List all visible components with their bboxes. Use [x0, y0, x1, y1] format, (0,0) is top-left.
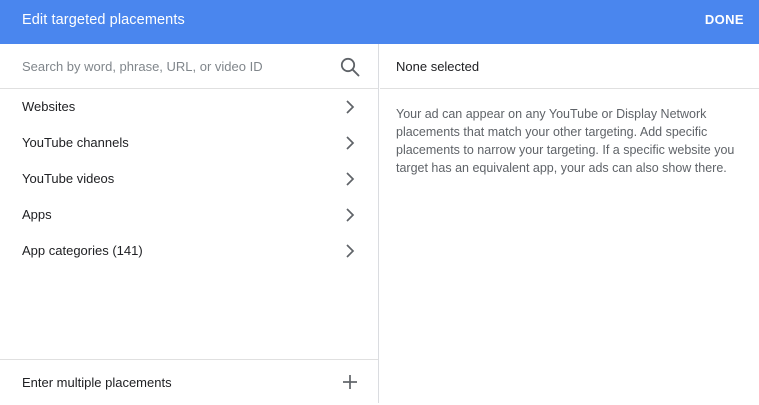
category-item-youtube-videos[interactable]: YouTube videos	[0, 161, 378, 197]
category-item-youtube-channels[interactable]: YouTube channels	[0, 125, 378, 161]
category-item-apps[interactable]: Apps	[0, 197, 378, 233]
dialog-header: Edit targeted placements DONE	[0, 0, 759, 44]
selection-status: None selected	[396, 59, 480, 74]
category-label: YouTube videos	[22, 171, 115, 186]
plus-icon	[341, 373, 359, 391]
enter-multiple-placements-button[interactable]: Enter multiple placements	[0, 359, 378, 403]
category-item-app-categories[interactable]: App categories (141)	[0, 233, 378, 269]
enter-multiple-placements-label: Enter multiple placements	[22, 375, 172, 390]
chevron-right-icon	[341, 170, 359, 188]
category-label: Websites	[22, 99, 76, 114]
placement-category-list: Websites YouTube channels YouTube videos…	[0, 89, 378, 269]
chevron-right-icon	[341, 242, 359, 260]
placement-browser-pane: Websites YouTube channels YouTube videos…	[0, 44, 379, 403]
category-label: Apps	[22, 207, 52, 222]
chevron-right-icon	[341, 98, 359, 116]
category-label: App categories (141)	[22, 243, 143, 258]
search-input[interactable]	[22, 55, 322, 77]
category-label: YouTube channels	[22, 135, 129, 150]
selected-placements-header: None selected	[380, 44, 759, 89]
chevron-right-icon	[341, 134, 359, 152]
selected-placements-pane: None selected Your ad can appear on any …	[380, 44, 759, 403]
search-icon[interactable]	[338, 55, 362, 79]
chevron-right-icon	[341, 206, 359, 224]
dialog-title: Edit targeted placements	[22, 12, 185, 28]
search-bar	[0, 44, 378, 89]
placement-help-text: Your ad can appear on any YouTube or Dis…	[396, 107, 735, 175]
done-button[interactable]: DONE	[705, 0, 744, 44]
category-item-websites[interactable]: Websites	[0, 89, 378, 125]
